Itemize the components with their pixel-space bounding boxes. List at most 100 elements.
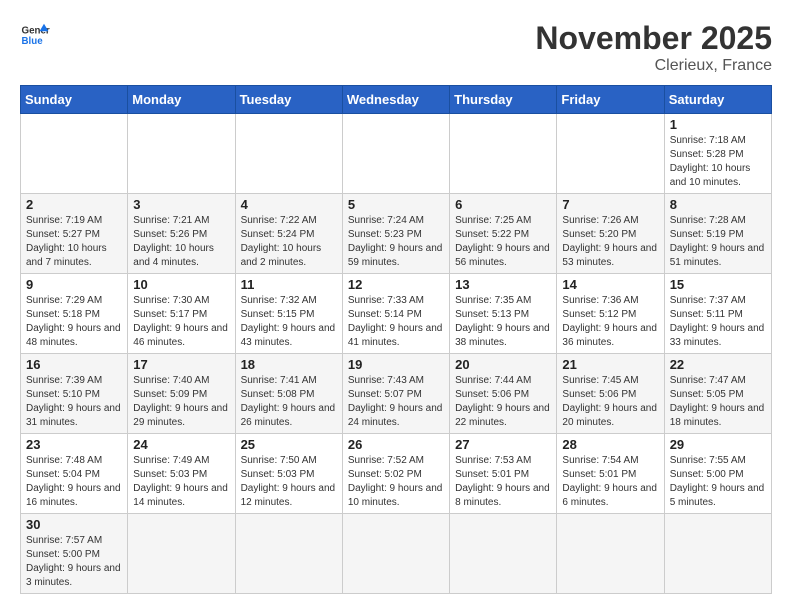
day-number: 20: [455, 357, 551, 372]
calendar-cell: 15 Sunrise: 7:37 AM Sunset: 5:11 PM Dayli…: [664, 274, 771, 354]
day-info: Sunrise: 7:57 AM Sunset: 5:00 PM Dayligh…: [26, 534, 122, 590]
day-number: 2: [26, 197, 122, 212]
day-info: Sunrise: 7:19 AM Sunset: 5:27 PM Dayligh…: [26, 214, 122, 270]
day-info: Sunrise: 7:21 AM Sunset: 5:26 PM Dayligh…: [133, 214, 229, 270]
calendar-cell: 19 Sunrise: 7:43 AM Sunset: 5:07 PM Dayli…: [342, 354, 449, 434]
day-number: 30: [26, 517, 122, 532]
day-info: Sunrise: 7:52 AM Sunset: 5:02 PM Dayligh…: [348, 454, 444, 510]
calendar-cell: 12 Sunrise: 7:33 AM Sunset: 5:14 PM Dayli…: [342, 274, 449, 354]
day-info: Sunrise: 7:44 AM Sunset: 5:06 PM Dayligh…: [455, 374, 551, 430]
calendar-cell: 29Sunrise: 7:55 AM Sunset: 5:00 PM Dayli…: [664, 434, 771, 514]
day-number: 11: [241, 277, 337, 292]
day-number: 28: [562, 437, 658, 452]
day-number: 10: [133, 277, 229, 292]
day-number: 8: [670, 197, 766, 212]
day-number: 9: [26, 277, 122, 292]
day-info: Sunrise: 7:48 AM Sunset: 5:04 PM Dayligh…: [26, 454, 122, 510]
logo-icon: General Blue: [20, 20, 50, 50]
day-number: 17: [133, 357, 229, 372]
day-info: Sunrise: 7:25 AM Sunset: 5:22 PM Dayligh…: [455, 214, 551, 270]
calendar-cell: 9 Sunrise: 7:29 AM Sunset: 5:18 PM Daylig…: [21, 274, 128, 354]
calendar-cell: 26 Sunrise: 7:52 AM Sunset: 5:02 PM Dayli…: [342, 434, 449, 514]
day-info: Sunrise: 7:40 AM Sunset: 5:09 PM Dayligh…: [133, 374, 229, 430]
calendar-cell: 20 Sunrise: 7:44 AM Sunset: 5:06 PM Dayli…: [450, 354, 557, 434]
calendar-week-row: 1 Sunrise: 7:18 AM Sunset: 5:28 PM Daylig…: [21, 114, 772, 194]
svg-text:Blue: Blue: [22, 36, 44, 47]
day-info: Sunrise: 7:22 AM Sunset: 5:24 PM Dayligh…: [241, 214, 337, 270]
day-number: 19: [348, 357, 444, 372]
day-number: 16: [26, 357, 122, 372]
day-number: 18: [241, 357, 337, 372]
day-info: Sunrise: 7:43 AM Sunset: 5:07 PM Dayligh…: [348, 374, 444, 430]
day-info: Sunrise: 7:41 AM Sunset: 5:08 PM Dayligh…: [241, 374, 337, 430]
day-info: Sunrise: 7:54 AM Sunset: 5:01 PM Dayligh…: [562, 454, 658, 510]
day-number: 13: [455, 277, 551, 292]
page-header: General Blue November 2025 Clerieux, Fra…: [20, 20, 772, 75]
calendar-cell: 21Sunrise: 7:45 AM Sunset: 5:06 PM Dayli…: [557, 354, 664, 434]
calendar-cell: [450, 114, 557, 194]
day-info: Sunrise: 7:30 AM Sunset: 5:17 PM Dayligh…: [133, 294, 229, 350]
day-info: Sunrise: 7:47 AM Sunset: 5:05 PM Dayligh…: [670, 374, 766, 430]
calendar-week-row: 9 Sunrise: 7:29 AM Sunset: 5:18 PM Daylig…: [21, 274, 772, 354]
calendar-cell: 14 Sunrise: 7:36 AM Sunset: 5:12 PM Dayli…: [557, 274, 664, 354]
day-number: 15: [670, 277, 766, 292]
day-of-week-header: Saturday: [664, 86, 771, 114]
calendar-cell: 4 Sunrise: 7:22 AM Sunset: 5:24 PM Daylig…: [235, 194, 342, 274]
calendar-cell: [557, 114, 664, 194]
day-info: Sunrise: 7:28 AM Sunset: 5:19 PM Dayligh…: [670, 214, 766, 270]
logo: General Blue: [20, 20, 50, 50]
day-number: 24: [133, 437, 229, 452]
day-number: 25: [241, 437, 337, 452]
day-number: 12: [348, 277, 444, 292]
calendar-week-row: 30 Sunrise: 7:57 AM Sunset: 5:00 PM Dayli…: [21, 514, 772, 594]
day-of-week-header: Friday: [557, 86, 664, 114]
day-info: Sunrise: 7:53 AM Sunset: 5:01 PM Dayligh…: [455, 454, 551, 510]
day-info: Sunrise: 7:26 AM Sunset: 5:20 PM Dayligh…: [562, 214, 658, 270]
month-title: November 2025: [535, 20, 772, 57]
day-info: Sunrise: 7:29 AM Sunset: 5:18 PM Dayligh…: [26, 294, 122, 350]
calendar-cell: [128, 114, 235, 194]
calendar-cell: 3 Sunrise: 7:21 AM Sunset: 5:26 PM Daylig…: [128, 194, 235, 274]
day-info: Sunrise: 7:35 AM Sunset: 5:13 PM Dayligh…: [455, 294, 551, 350]
calendar-cell: 2 Sunrise: 7:19 AM Sunset: 5:27 PM Daylig…: [21, 194, 128, 274]
calendar-table: SundayMondayTuesdayWednesdayThursdayFrid…: [20, 85, 772, 594]
day-info: Sunrise: 7:49 AM Sunset: 5:03 PM Dayligh…: [133, 454, 229, 510]
title-block: November 2025 Clerieux, France: [535, 20, 772, 75]
day-number: 7: [562, 197, 658, 212]
day-number: 23: [26, 437, 122, 452]
day-number: 22: [670, 357, 766, 372]
calendar-cell: 23 Sunrise: 7:48 AM Sunset: 5:04 PM Dayli…: [21, 434, 128, 514]
day-info: Sunrise: 7:33 AM Sunset: 5:14 PM Dayligh…: [348, 294, 444, 350]
day-number: 1: [670, 117, 766, 132]
calendar-cell: 28 Sunrise: 7:54 AM Sunset: 5:01 PM Dayli…: [557, 434, 664, 514]
day-info: Sunrise: 7:37 AM Sunset: 5:11 PM Dayligh…: [670, 294, 766, 350]
calendar-cell: [664, 514, 771, 594]
calendar-cell: 25Sunrise: 7:50 AM Sunset: 5:03 PM Dayli…: [235, 434, 342, 514]
calendar-cell: 27Sunrise: 7:53 AM Sunset: 5:01 PM Dayli…: [450, 434, 557, 514]
calendar-cell: 22 Sunrise: 7:47 AM Sunset: 5:05 PM Dayli…: [664, 354, 771, 434]
calendar-cell: 7 Sunrise: 7:26 AM Sunset: 5:20 PM Daylig…: [557, 194, 664, 274]
day-info: Sunrise: 7:18 AM Sunset: 5:28 PM Dayligh…: [670, 134, 766, 190]
calendar-cell: 13 Sunrise: 7:35 AM Sunset: 5:13 PM Dayli…: [450, 274, 557, 354]
calendar-cell: [450, 514, 557, 594]
location: Clerieux, France: [535, 57, 772, 75]
calendar-header-row: SundayMondayTuesdayWednesdayThursdayFrid…: [21, 86, 772, 114]
calendar-cell: 30 Sunrise: 7:57 AM Sunset: 5:00 PM Dayli…: [21, 514, 128, 594]
calendar-cell: [342, 114, 449, 194]
day-number: 5: [348, 197, 444, 212]
calendar-cell: 18 Sunrise: 7:41 AM Sunset: 5:08 PM Dayli…: [235, 354, 342, 434]
calendar-cell: 24 Sunrise: 7:49 AM Sunset: 5:03 PM Dayli…: [128, 434, 235, 514]
day-number: 14: [562, 277, 658, 292]
calendar-cell: 1 Sunrise: 7:18 AM Sunset: 5:28 PM Daylig…: [664, 114, 771, 194]
day-number: 26: [348, 437, 444, 452]
day-info: Sunrise: 7:36 AM Sunset: 5:12 PM Dayligh…: [562, 294, 658, 350]
calendar-cell: 17 Sunrise: 7:40 AM Sunset: 5:09 PM Dayli…: [128, 354, 235, 434]
calendar-week-row: 16Sunrise: 7:39 AM Sunset: 5:10 PM Dayli…: [21, 354, 772, 434]
day-number: 29: [670, 437, 766, 452]
day-number: 4: [241, 197, 337, 212]
day-of-week-header: Sunday: [21, 86, 128, 114]
calendar-cell: 10 Sunrise: 7:30 AM Sunset: 5:17 PM Dayli…: [128, 274, 235, 354]
calendar-cell: [235, 114, 342, 194]
day-of-week-header: Tuesday: [235, 86, 342, 114]
day-number: 3: [133, 197, 229, 212]
